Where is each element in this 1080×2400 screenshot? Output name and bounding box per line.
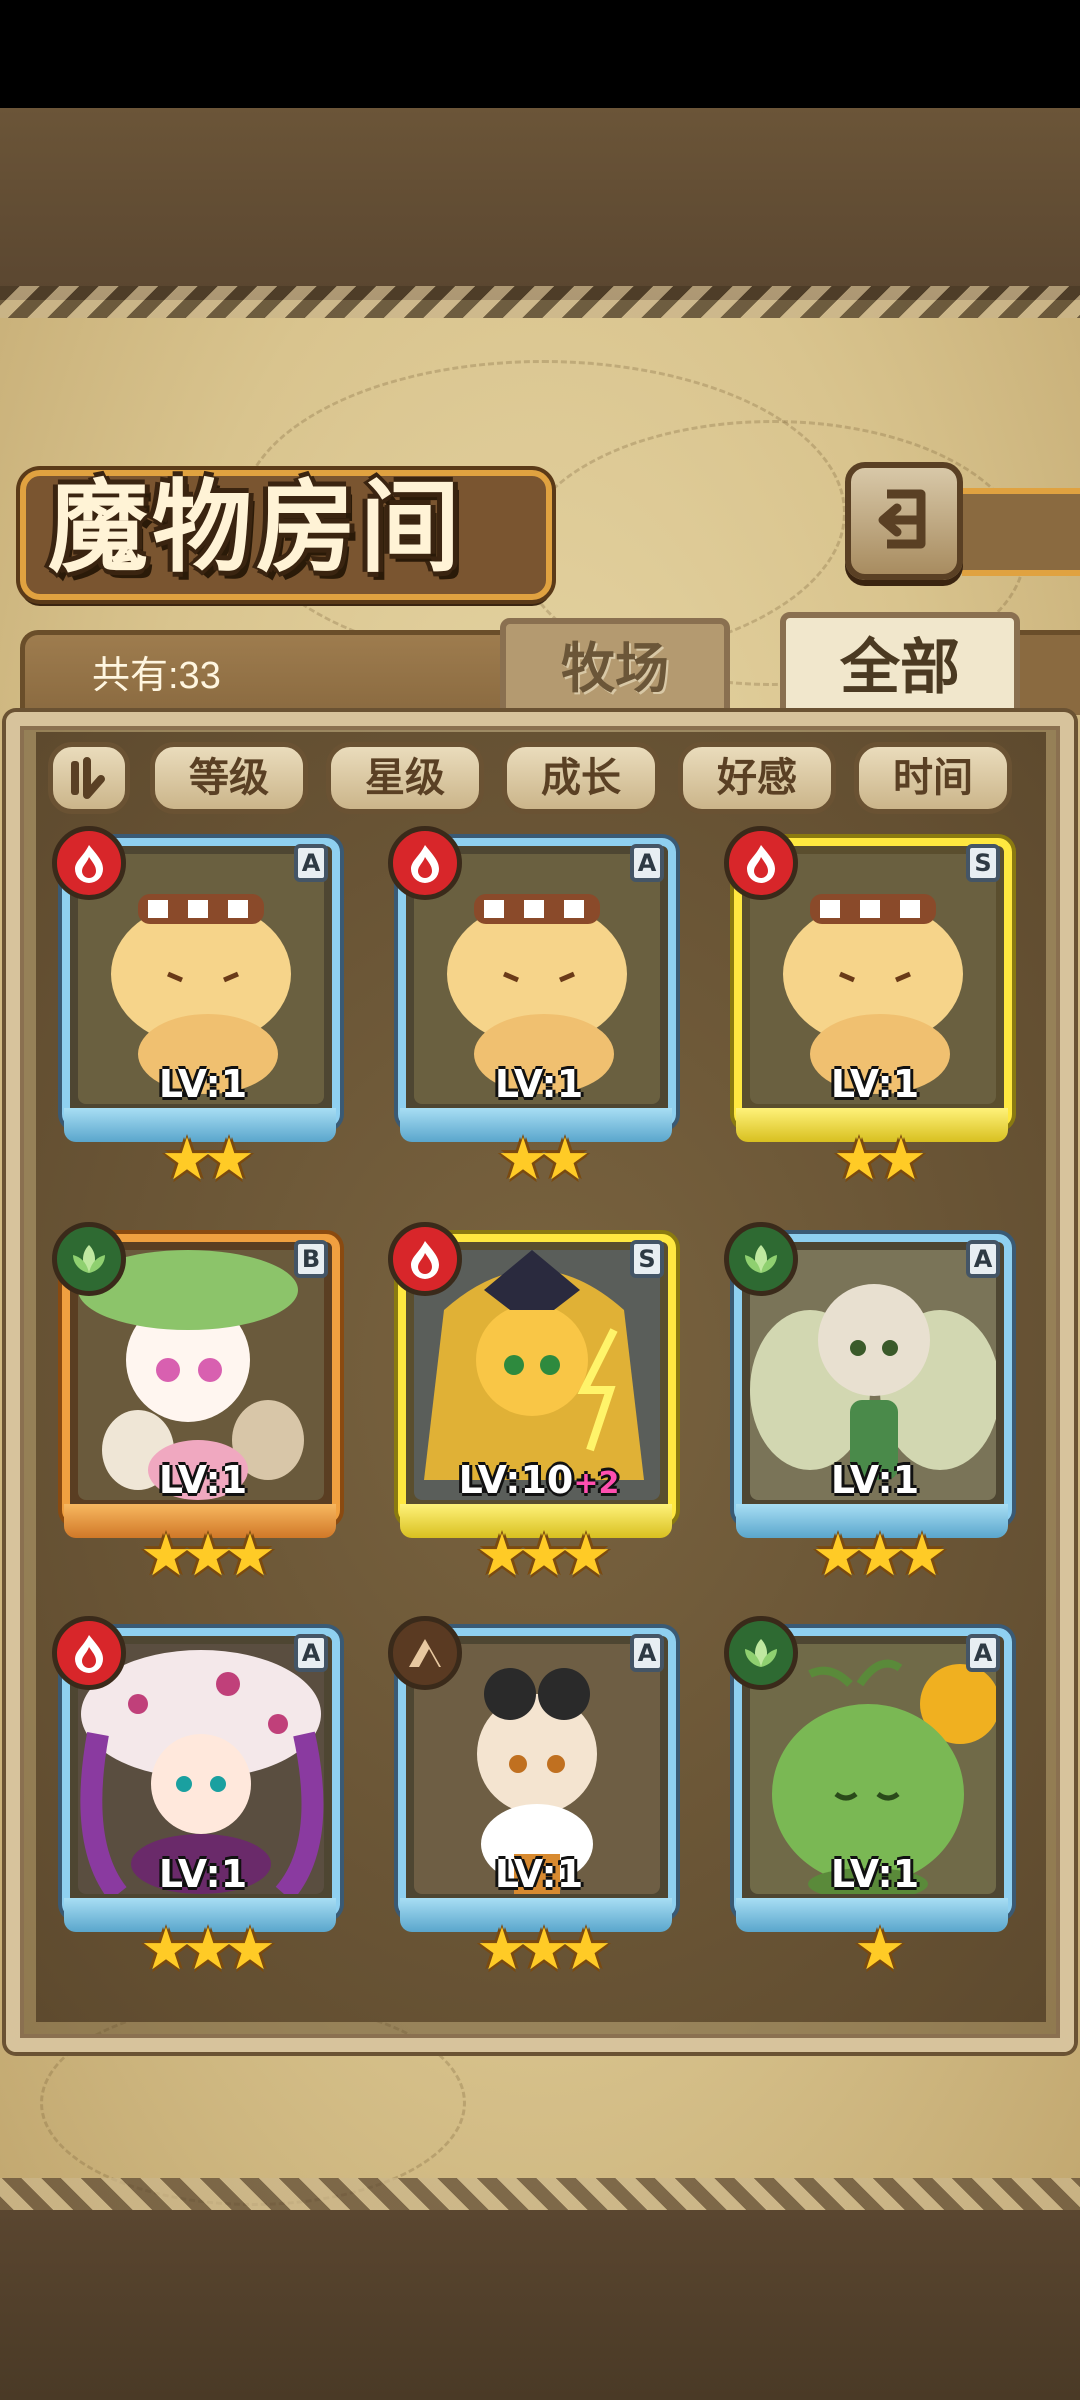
level-value: LV:1: [158, 1062, 248, 1106]
star-rating: ★★★: [140, 1521, 276, 1589]
page-title: 魔物房间: [48, 468, 464, 586]
bottom-banner-background: [0, 2210, 1080, 2400]
level-value: LV:1: [494, 1062, 584, 1106]
monster-card[interactable]: A LV:1 ★★★: [724, 1222, 1020, 1596]
grade-badge: A: [966, 1634, 1000, 1672]
sort-button-time[interactable]: 时间: [854, 742, 1012, 814]
fire-element-badge: [52, 1616, 126, 1690]
monster-count: 共有:33: [92, 655, 221, 697]
fire-element-badge: [724, 826, 798, 900]
level-value: LV:1: [494, 1852, 584, 1896]
level-value: LV:1: [830, 1852, 920, 1896]
level-label: LV:1: [58, 1458, 348, 1502]
back-button-rail: [962, 488, 1080, 576]
level-value: LV:1: [158, 1852, 248, 1896]
level-label: LV:1: [730, 1062, 1020, 1106]
level-label: LV:1: [730, 1852, 1020, 1896]
monster-card[interactable]: A LV:1 ★★★: [388, 1616, 684, 1990]
earth-element-icon: [409, 1639, 441, 1667]
grade-badge: A: [630, 844, 664, 882]
fire-element-icon: [75, 845, 103, 883]
top-banner-background: [0, 108, 1080, 300]
sort-button-growth[interactable]: 成长: [502, 742, 660, 814]
fire-element-badge: [388, 826, 462, 900]
tab-all[interactable]: 全部: [780, 612, 1020, 724]
level-label: LV:1: [730, 1458, 1020, 1502]
star-rating: ★★★: [812, 1521, 948, 1589]
fire-element-icon: [747, 845, 775, 883]
leaf-element-badge: [724, 1222, 798, 1296]
status-bar: [0, 0, 1080, 108]
sort-button-stars[interactable]: 星级: [326, 742, 484, 814]
leaf-element-badge: [724, 1616, 798, 1690]
tab-bar-edge: [1020, 630, 1080, 715]
level-value: LV:1: [830, 1458, 920, 1502]
grade-badge: A: [630, 1634, 664, 1672]
level-bonus: +2: [573, 1466, 620, 1501]
level-label: LV:1: [394, 1062, 684, 1106]
grade-badge: S: [966, 844, 1000, 882]
monster-card[interactable]: A LV:1 ★: [724, 1616, 1020, 1990]
fire-element-badge: [52, 826, 126, 900]
fire-element-badge: [388, 1222, 462, 1296]
monster-card[interactable]: A LV:1 ★★★: [52, 1616, 348, 1990]
sort-button-affection[interactable]: 好感: [678, 742, 836, 814]
level-label: LV:10+2: [394, 1458, 684, 1502]
grade-badge: A: [294, 1634, 328, 1672]
grade-badge: B: [294, 1240, 328, 1278]
torn-edge-top: [0, 286, 1080, 318]
monster-card[interactable]: S LV:10+2 ★★★: [388, 1222, 684, 1596]
level-value: LV:1: [830, 1062, 920, 1106]
fire-element-icon: [411, 1241, 439, 1279]
sort-order-toggle[interactable]: [48, 742, 130, 814]
monster-card[interactable]: B LV:1 ★★★: [52, 1222, 348, 1596]
grade-badge: S: [630, 1240, 664, 1278]
level-value: LV:10: [458, 1458, 574, 1502]
leaf-element-icon: [745, 1245, 777, 1273]
earth-element-badge: [388, 1616, 462, 1690]
star-rating: ★★: [833, 1125, 927, 1193]
level-label: LV:1: [58, 1062, 348, 1106]
fire-element-icon: [411, 845, 439, 883]
star-rating: ★: [854, 1915, 906, 1983]
fire-element-icon: [75, 1635, 103, 1673]
leaf-element-badge: [52, 1222, 126, 1296]
star-rating: ★★: [161, 1125, 255, 1193]
monster-card[interactable]: A LV:1 ★★: [52, 826, 348, 1200]
star-rating: ★★★: [476, 1521, 612, 1589]
leaf-element-icon: [73, 1245, 105, 1273]
star-rating: ★★: [497, 1125, 591, 1193]
tab-ranch[interactable]: 牧场: [500, 618, 730, 718]
monster-card[interactable]: A LV:1 ★★: [388, 826, 684, 1200]
monster-card[interactable]: S LV:1 ★★: [724, 826, 1020, 1200]
star-rating: ★★★: [140, 1915, 276, 1983]
sort-order-icon: [71, 757, 105, 799]
leaf-element-icon: [745, 1639, 777, 1667]
grade-badge: A: [966, 1240, 1000, 1278]
star-rating: ★★★: [476, 1915, 612, 1983]
level-value: LV:1: [158, 1458, 248, 1502]
level-label: LV:1: [394, 1852, 684, 1896]
back-button[interactable]: [845, 462, 963, 580]
sort-button-level[interactable]: 等级: [150, 742, 308, 814]
grade-badge: A: [294, 844, 328, 882]
level-label: LV:1: [58, 1852, 348, 1896]
back-return-icon: [878, 489, 926, 549]
